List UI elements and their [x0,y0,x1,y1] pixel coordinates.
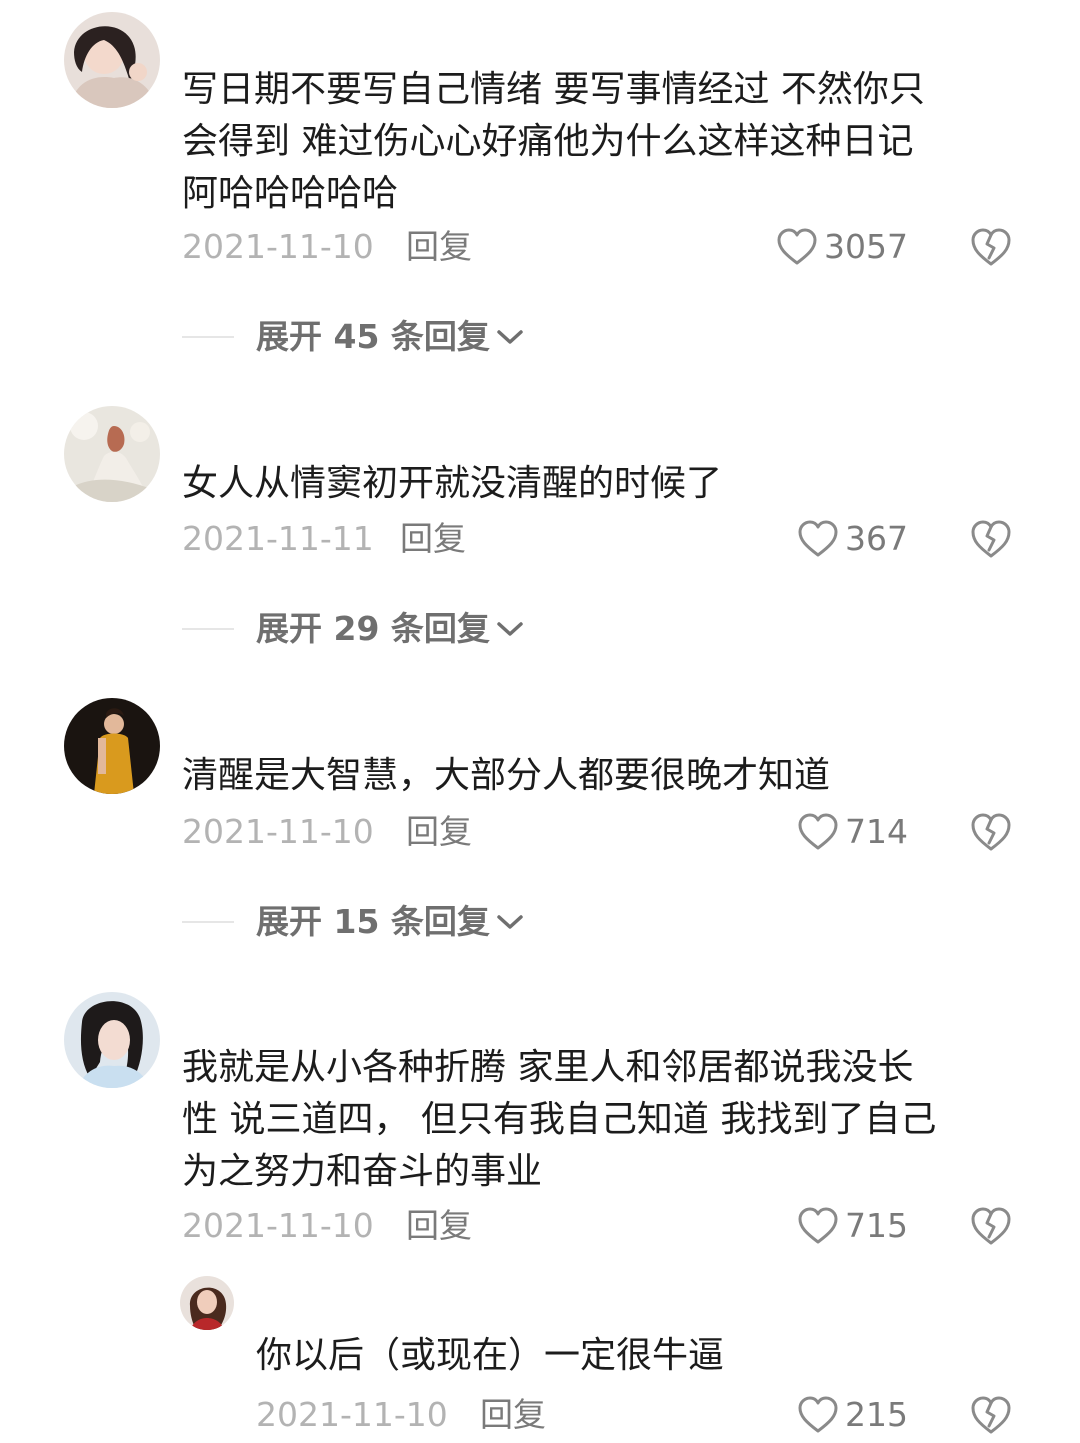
comment-date: 2021-11-10 [182,812,374,851]
broken-heart-icon[interactable] [970,811,1012,853]
expand-replies-label: 展开 29 条回复 [256,609,490,648]
like-count: 367 [845,519,908,558]
heart-outline-icon [797,519,839,559]
reply-button[interactable]: 回复 [400,516,466,562]
like-button[interactable]: 3057 [776,224,908,270]
broken-heart-icon[interactable] [970,518,1012,560]
comment-date: 2021-11-10 [182,1206,374,1245]
like-button[interactable]: 714 [797,809,908,855]
avatar[interactable] [180,1276,234,1330]
comment-text-line: 会得到 难过伤心心好痛他为什么这样这种日记 [182,121,914,162]
chevron-down-icon [496,619,524,639]
broken-heart-icon[interactable] [970,226,1012,268]
comment-date: 2021-11-11 [182,519,374,558]
expand-replies-button[interactable]: 展开 15 条回复 [182,899,524,945]
comment-text-line: 阿哈哈哈哈哈 [182,173,399,214]
comment-text-line: 女人从情窦初开就没清醒的时候了 [182,463,723,504]
heart-outline-icon [797,1206,839,1246]
chevron-down-icon [496,327,524,347]
chevron-down-icon [496,912,524,932]
avatar[interactable] [64,12,160,108]
expand-replies-label: 展开 45 条回复 [256,317,490,356]
comment-meta: 2021-11-10 回复 3057 [182,224,1022,270]
divider [182,336,234,338]
reply-text-line: 你以后（或现在）一定很牛逼 [256,1335,725,1376]
reply-button[interactable]: 回复 [406,1203,472,1249]
comment-text: 女人从情窦初开就没清醒的时候了 [182,458,1022,510]
comment-text-line: 性 说三道四， 但只有我自己知道 我找到了自己 [182,1099,937,1140]
comment-text-line: 我就是从小各种折腾 家里人和邻居都说我没长 [182,1047,914,1088]
heart-outline-icon [797,1395,839,1435]
reply-button[interactable]: 回复 [406,224,472,270]
like-count: 3057 [824,227,908,266]
comment-text: 我就是从小各种折腾 家里人和邻居都说我没长 性 说三道四， 但只有我自己知道 我… [182,1042,1022,1198]
like-button[interactable]: 367 [797,516,908,562]
comment-text: 写日期不要写自己情绪 要写事情经过 不然你只 会得到 难过伤心心好痛他为什么这样… [182,64,1022,220]
avatar[interactable] [64,406,160,502]
reply-meta: 2021-11-10 回复 215 [256,1392,1022,1438]
divider [182,628,234,630]
comment-meta: 2021-11-10 回复 714 [182,809,1022,855]
comment-text: 清醒是大智慧，大部分人都要很晚才知道 [182,750,1022,802]
reply-button[interactable]: 回复 [406,809,472,855]
expand-replies-button[interactable]: 展开 29 条回复 [182,606,524,652]
comment-text-line: 写日期不要写自己情绪 要写事情经过 不然你只 [182,69,925,110]
expand-replies-label: 展开 15 条回复 [256,902,490,941]
like-button[interactable]: 215 [797,1392,908,1438]
heart-outline-icon [776,227,818,267]
comment-meta: 2021-11-11 回复 367 [182,516,1022,562]
expand-replies-button[interactable]: 展开 45 条回复 [182,314,524,360]
reply-date: 2021-11-10 [256,1395,448,1434]
comment-text-line: 为之努力和奋斗的事业 [182,1151,543,1192]
reply-button[interactable]: 回复 [480,1392,546,1438]
broken-heart-icon[interactable] [970,1394,1012,1436]
comment-text-line: 清醒是大智慧，大部分人都要很晚才知道 [182,755,831,796]
comment-meta: 2021-11-10 回复 715 [182,1203,1022,1249]
heart-outline-icon [797,812,839,852]
reply-text: 你以后（或现在）一定很牛逼 [256,1330,1080,1382]
like-count: 714 [845,812,908,851]
avatar[interactable] [64,992,160,1088]
divider [182,921,234,923]
broken-heart-icon[interactable] [970,1205,1012,1247]
like-button[interactable]: 715 [797,1203,908,1249]
like-count: 715 [845,1206,908,1245]
like-count: 215 [845,1395,908,1434]
avatar[interactable] [64,698,160,794]
comment-date: 2021-11-10 [182,227,374,266]
